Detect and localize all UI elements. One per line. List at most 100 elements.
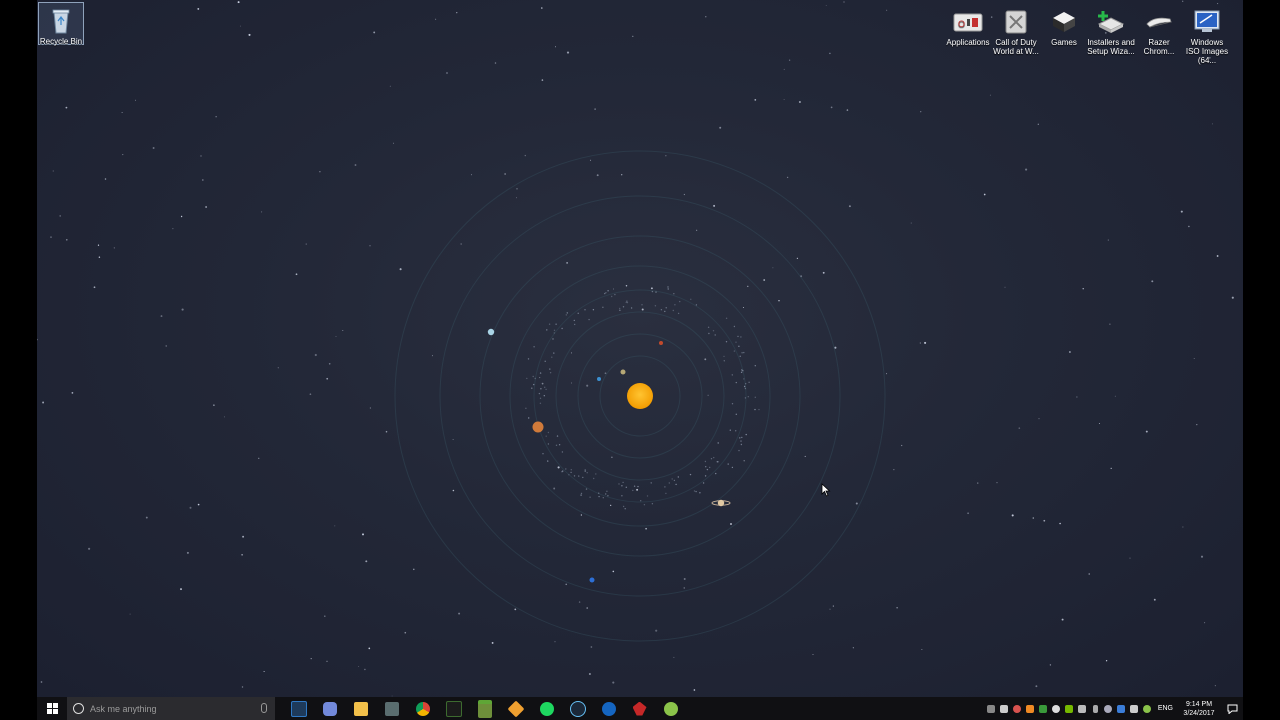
taskbar-app-webtoon[interactable]	[655, 697, 686, 720]
asteroid	[539, 397, 542, 399]
desktop-icon-applications[interactable]: O Applications	[944, 4, 992, 47]
taskbar-app-pinwheel[interactable]	[500, 697, 531, 720]
action-center-button[interactable]	[1221, 697, 1243, 720]
asteroid	[712, 330, 715, 332]
tray-steam-icon[interactable]	[1102, 697, 1115, 720]
asteroid	[758, 408, 760, 411]
asteroid	[531, 387, 533, 389]
asteroid	[542, 453, 544, 455]
star	[786, 176, 789, 179]
tray-nvidia-icon[interactable]	[1063, 697, 1076, 720]
star	[1088, 573, 1090, 575]
asteroid	[525, 407, 527, 409]
desktop-icon-call-of-duty[interactable]: Call of Duty World at W...	[992, 4, 1040, 56]
tray-onedrive-icon[interactable]	[1050, 697, 1063, 720]
tray-chrome-icon[interactable]	[1011, 697, 1024, 720]
tray-webtoon-icon[interactable]	[1141, 697, 1154, 720]
star	[621, 174, 623, 176]
star	[1114, 395, 1116, 397]
star	[910, 222, 912, 224]
start-button[interactable]	[37, 697, 67, 720]
taskbar-app-minecraft[interactable]	[469, 697, 500, 720]
windows-iso-icon	[1192, 8, 1222, 36]
asteroid	[735, 381, 737, 384]
asteroid	[717, 461, 719, 463]
star	[50, 236, 52, 238]
asteroid	[655, 291, 657, 293]
star	[1193, 358, 1195, 360]
star	[636, 488, 639, 491]
asteroid	[605, 493, 607, 495]
tray-speaker-icon[interactable]	[1076, 697, 1089, 720]
star	[504, 173, 506, 175]
star	[788, 59, 791, 61]
star	[263, 670, 265, 673]
tray-network-icon[interactable]	[985, 697, 998, 720]
star	[404, 631, 407, 634]
tray-app-green-icon[interactable]	[1037, 697, 1050, 720]
tray-discord-icon[interactable]	[998, 697, 1011, 720]
asteroid	[677, 476, 679, 478]
star	[893, 469, 895, 471]
asteroid	[602, 497, 604, 499]
taskbar-app-terminal[interactable]	[438, 697, 469, 720]
asteroid	[693, 490, 696, 492]
star	[832, 605, 834, 607]
desktop-icon-recycle-bin[interactable]: Recycle Bin	[38, 2, 84, 46]
desktop-icon-windows-iso[interactable]: Windows ISO Images (64...	[1183, 4, 1231, 65]
desktop-icon-games[interactable]: Games	[1040, 4, 1088, 47]
asteroid	[668, 482, 670, 484]
taskbar-app-photoshop[interactable]	[283, 697, 314, 720]
taskbar-app-spotify[interactable]	[531, 697, 562, 720]
asteroid	[704, 460, 707, 463]
star	[335, 336, 337, 338]
planet-neptune	[589, 577, 595, 583]
asteroid	[565, 468, 567, 470]
star	[1153, 598, 1156, 601]
star	[555, 46, 556, 48]
planet-mercury	[620, 369, 626, 375]
desktop-icon-label: Installers and Setup Wiza...	[1087, 38, 1135, 56]
taskbar-app-chrome[interactable]	[407, 697, 438, 720]
star	[514, 608, 517, 611]
star	[1216, 255, 1219, 257]
tray-language[interactable]: ENG	[1158, 705, 1173, 712]
star	[855, 502, 858, 505]
star	[843, 1, 845, 3]
star	[385, 430, 388, 433]
asteroid	[584, 309, 586, 311]
star	[1200, 555, 1204, 558]
star	[1188, 225, 1190, 228]
taskbar-app-game[interactable]	[624, 697, 655, 720]
taskbar-app-task-manager[interactable]	[376, 697, 407, 720]
asteroid	[547, 443, 550, 445]
star	[1004, 286, 1006, 288]
desktop-icon-label: Call of Duty World at W...	[993, 38, 1039, 56]
asteroid	[532, 375, 534, 378]
star	[886, 373, 888, 375]
taskbar-app-file-explorer[interactable]	[345, 697, 376, 720]
tray-app-blue-icon[interactable]	[1115, 697, 1128, 720]
applications-folder-icon: O	[953, 8, 983, 36]
star	[825, 4, 827, 6]
asteroid	[556, 435, 559, 437]
taskbar-app-discord[interactable]	[314, 697, 345, 720]
star	[977, 482, 979, 484]
taskbar-app-steam[interactable]	[562, 697, 593, 720]
desktop-icon-razer-chroma[interactable]: Razer Chrom...	[1135, 4, 1183, 56]
star	[852, 647, 854, 649]
taskbar-app-browser[interactable]	[593, 697, 624, 720]
microphone-icon[interactable]	[261, 703, 267, 713]
desktop-icon-installers[interactable]: Installers and Setup Wiza...	[1087, 4, 1135, 56]
tray-battery-icon[interactable]	[1089, 697, 1102, 720]
installers-icon	[1096, 8, 1126, 36]
taskbar-clock[interactable]: 9:14 PM 3/24/2017	[1177, 700, 1221, 718]
star	[326, 377, 329, 380]
asteroid	[598, 495, 600, 498]
asteroid	[561, 451, 564, 453]
asteroid	[622, 306, 625, 308]
tray-app-orange-icon[interactable]	[1024, 697, 1037, 720]
cortana-search-box[interactable]: Ask me anything	[67, 697, 275, 720]
tray-settings-icon[interactable]	[1128, 697, 1141, 720]
asteroid	[562, 470, 564, 472]
